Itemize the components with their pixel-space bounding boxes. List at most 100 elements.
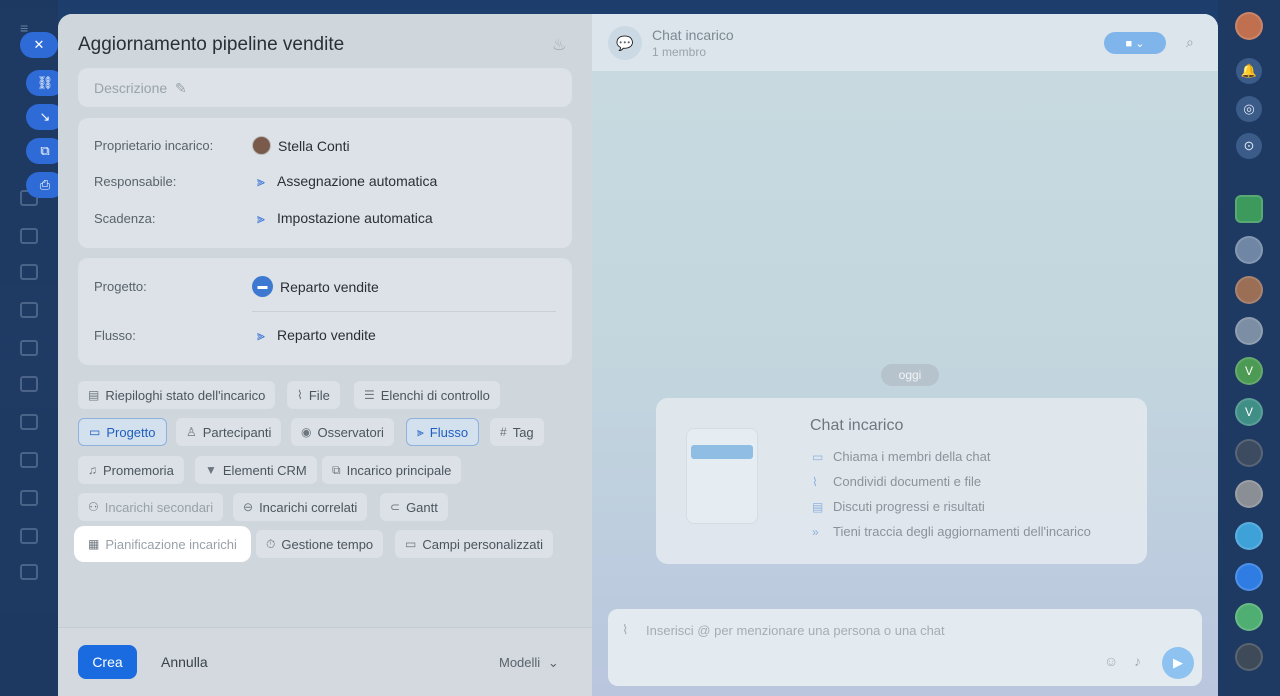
checklist-icon: ☰ <box>364 388 375 402</box>
responsible-value[interactable]: ⫸ Assegnazione automatica <box>252 173 438 190</box>
notes-avatar[interactable] <box>1235 603 1263 631</box>
print-icon: ⎙ <box>39 177 51 192</box>
paperclip-icon: ⌇ <box>297 388 303 402</box>
chat-title[interactable]: Chat incarico <box>652 27 734 43</box>
chip-gantt[interactable]: ⊂ Gantt <box>380 493 448 521</box>
templates-dropdown[interactable]: Modelli ⌄ <box>499 655 559 671</box>
close-button[interactable]: ✕ <box>20 32 58 58</box>
nav-icon-sites[interactable] <box>20 452 38 468</box>
description-field[interactable]: Descrizione ✎ <box>78 68 572 107</box>
chip-label: Flusso <box>429 424 469 440</box>
task-chat-panel: 💬 Chat incarico 1 membro ■ ⌄ ⌕ oggi Chat… <box>592 14 1218 696</box>
send-icon: ▶ <box>1173 655 1183 670</box>
task-modal: Aggiornamento pipeline vendite ♨ Descriz… <box>58 14 1218 696</box>
nav-icon-docs[interactable] <box>20 264 38 280</box>
flame-icon[interactable]: ♨ <box>552 35 566 55</box>
contact-avatar-v1[interactable]: V <box>1235 357 1263 385</box>
parent-task-icon: ⧉ <box>332 462 341 477</box>
deadline-text: Impostazione automatica <box>277 210 433 226</box>
camera-icon: ■ ⌄ <box>1125 37 1145 50</box>
chip-tempo[interactable]: ⏱ Gestione tempo <box>256 530 384 558</box>
microphone-icon[interactable]: ♪ <box>1134 653 1141 669</box>
info-item-text: Chiama i membri della chat <box>833 449 991 464</box>
flow-value[interactable]: ⫸ Reparto vendite <box>252 327 376 344</box>
link-icon: ⛓ <box>36 75 54 90</box>
chip-principale[interactable]: ⧉ Incarico principale <box>322 456 462 484</box>
general-chat-avatar[interactable] <box>1235 522 1263 550</box>
chip-promemoria[interactable]: ♫ Promemoria <box>78 456 184 484</box>
nav-icon-more[interactable] <box>20 564 38 580</box>
chip-campi[interactable]: ▭ Campi personalizzati <box>395 530 554 558</box>
chip-partecipanti[interactable]: ♙ Partecipanti <box>176 418 282 446</box>
flow-text: Reparto vendite <box>277 327 376 343</box>
chat-members[interactable]: 1 membro <box>652 45 706 59</box>
nav-icon-mail[interactable] <box>20 376 38 392</box>
nav-icon-calendar[interactable] <box>20 228 38 244</box>
chat-search-icon: ⊙ <box>1243 138 1255 153</box>
close-icon: ✕ <box>33 37 45 52</box>
nav-icon-card[interactable] <box>20 340 38 356</box>
nav-icon-stats[interactable] <box>20 528 38 544</box>
nav-icon-contacts[interactable] <box>20 414 38 430</box>
chip-pianificazione[interactable]: ▦ Pianificazione incarichi <box>78 530 247 558</box>
chat-search-button[interactable]: ⊙ <box>1236 133 1262 159</box>
chip-osservatori[interactable]: ◉ Osservatori <box>291 418 394 446</box>
task-title[interactable]: Aggiornamento pipeline vendite <box>78 34 344 56</box>
create-button[interactable]: Crea <box>78 645 137 679</box>
tasks-chat-avatar[interactable] <box>1235 195 1263 223</box>
description-placeholder: Descrizione <box>94 80 168 96</box>
link-icon: ⊖ <box>243 500 254 514</box>
right-sidebar: 🔔 ◎ ⊙ V V <box>1218 0 1280 696</box>
info-item: ⌇ Condividi documenti e file <box>812 474 981 489</box>
chip-progetto[interactable]: ▭ Progetto <box>78 418 167 446</box>
nav-icon-filter[interactable] <box>20 490 38 506</box>
divider <box>252 311 556 312</box>
chip-label: Gantt <box>406 499 438 515</box>
chevron-down-icon: ⌄ <box>547 655 559 670</box>
nav-icon-board[interactable] <box>20 302 38 318</box>
contact-avatar-4[interactable] <box>1235 480 1263 508</box>
owner-label: Proprietario incarico: <box>94 138 214 153</box>
chip-label: Gestione tempo <box>281 536 374 552</box>
document-icon: ▤ <box>812 499 824 514</box>
emoji-icon[interactable]: ☺ <box>1104 653 1118 669</box>
activity-button[interactable]: ◎ <box>1236 96 1262 122</box>
contact-avatar-3[interactable] <box>1235 439 1263 467</box>
contact-avatar-1[interactable] <box>1235 276 1263 304</box>
attach-icon[interactable]: ⌇ <box>622 622 628 638</box>
contact-avatar-2[interactable] <box>1235 317 1263 345</box>
chip-flusso[interactable]: ⫸ Flusso <box>406 418 480 446</box>
project-value[interactable]: ▬ Reparto vendite <box>252 276 379 297</box>
video-call-button[interactable]: ■ ⌄ <box>1104 32 1166 54</box>
owner-value[interactable]: Stella Conti <box>252 136 350 155</box>
send-button[interactable]: ▶ <box>1162 647 1194 679</box>
chip-crm[interactable]: ▼ Elementi CRM <box>195 456 317 484</box>
chip-file[interactable]: ⌇ File <box>287 381 340 409</box>
deadline-value[interactable]: ⫸ Impostazione automatica <box>252 210 433 227</box>
cancel-button[interactable]: Annulla <box>161 654 208 670</box>
message-input[interactable]: Inserisci @ per menzionare una persona o… <box>646 623 945 638</box>
message-composer[interactable]: ⌇ Inserisci @ per menzionare una persona… <box>608 609 1202 686</box>
chip-secondari[interactable]: ⚇ Incarichi secondari <box>78 493 224 521</box>
responsible-text: Assegnazione automatica <box>277 173 438 189</box>
edit-icon: ✎ <box>175 80 187 96</box>
hash-icon: # <box>500 425 507 439</box>
contact-avatar-v2[interactable]: V <box>1235 398 1263 426</box>
chip-riepiloghi[interactable]: ▤ Riepiloghi stato dell'incarico <box>78 381 276 409</box>
group-avatar[interactable] <box>1235 236 1263 264</box>
flow-icon: ⫸ <box>417 424 424 439</box>
search-icon[interactable]: ⌕ <box>1186 34 1194 51</box>
paperclip-icon: ⌇ <box>812 474 818 489</box>
chip-correlati[interactable]: ⊖ Incarichi correlati <box>233 493 368 521</box>
video-icon: ▭ <box>812 449 824 464</box>
chip-tag[interactable]: # Tag <box>490 418 544 446</box>
contact-avatar-5[interactable] <box>1235 643 1263 671</box>
bell-icon: ♫ <box>88 463 97 477</box>
bookmarks-avatar[interactable] <box>1235 563 1263 591</box>
chip-elenchi[interactable]: ☰ Elenchi di controllo <box>354 381 500 409</box>
owner-name: Stella Conti <box>278 137 350 154</box>
user-avatar[interactable] <box>1235 12 1263 40</box>
notifications-button[interactable]: 🔔 <box>1236 58 1262 84</box>
illustration-bar <box>691 445 753 459</box>
project-card: Progetto: ▬ Reparto vendite Flusso: ⫸ Re… <box>78 258 572 365</box>
